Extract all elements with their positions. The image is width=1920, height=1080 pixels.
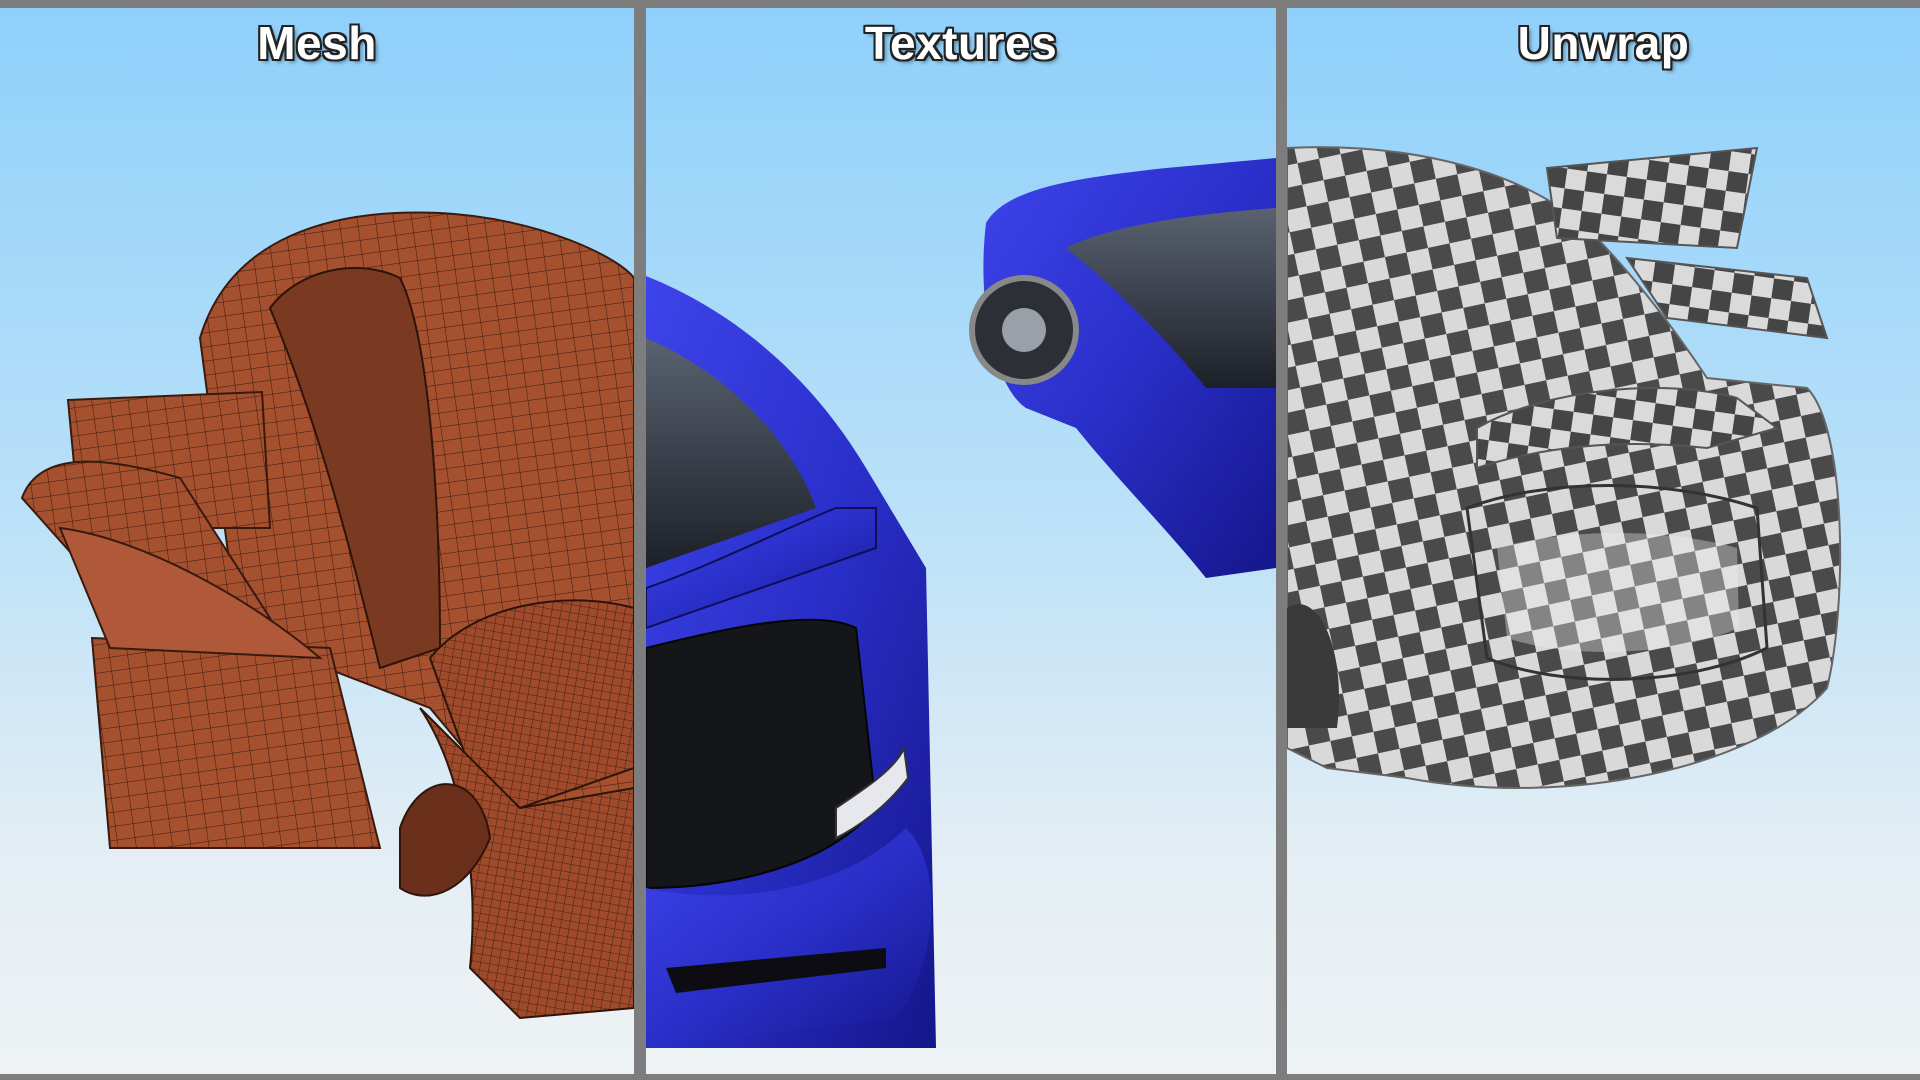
textured-car-render bbox=[646, 158, 1276, 1048]
panel-title-textures: Textures bbox=[864, 17, 1058, 69]
mesh-car-render bbox=[20, 211, 634, 1020]
textures-panel: Textures bbox=[646, 8, 1276, 1074]
mesh-panel: Mesh bbox=[0, 8, 634, 1074]
unwrap-car-render bbox=[1287, 146, 1842, 789]
comparison-frame: Mesh Textures Unwrap bbox=[0, 0, 1920, 1080]
unwrap-panel: Unwrap bbox=[1287, 8, 1920, 1074]
panel-title-unwrap: Unwrap bbox=[1517, 17, 1690, 69]
panel-title-mesh: Mesh bbox=[257, 17, 377, 69]
